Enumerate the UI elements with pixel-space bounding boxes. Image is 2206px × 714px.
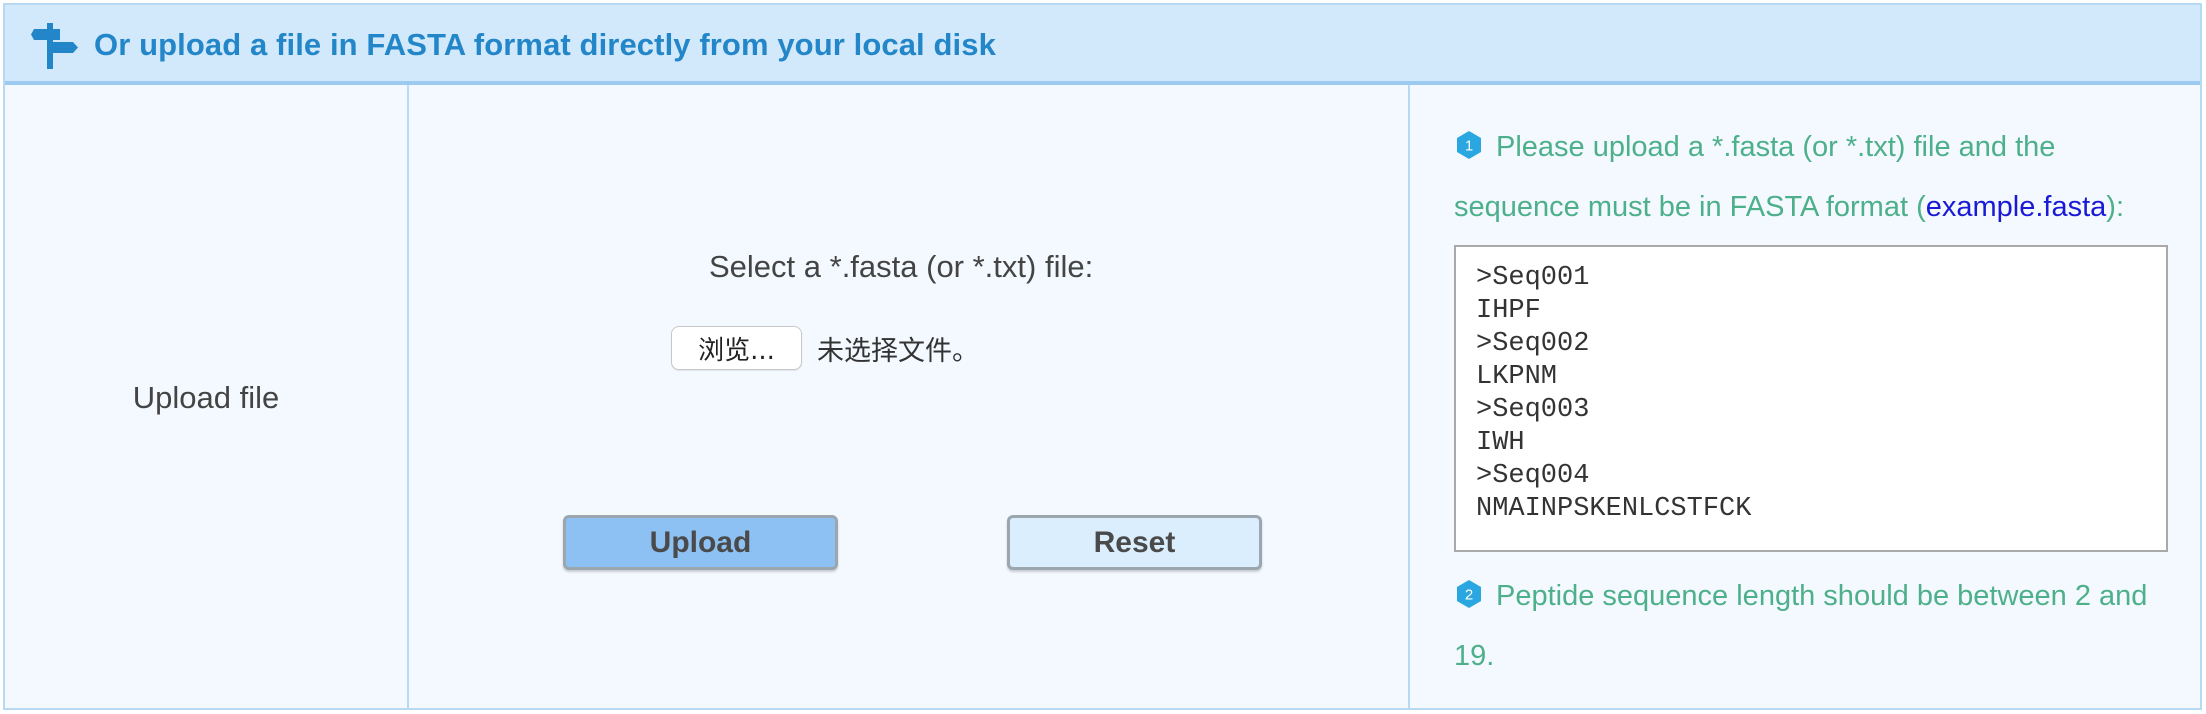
fasta-example-line: >Seq002 <box>1476 329 1590 359</box>
note-2-text: Peptide sequence length should be betwee… <box>1454 580 2148 672</box>
fasta-example-line: >Seq004 <box>1476 461 1590 491</box>
svg-text:1: 1 <box>1465 138 1473 155</box>
number-badge-icon: 2 <box>1457 580 1481 608</box>
note-2: 2 Peptide sequence length should be betw… <box>1454 566 2164 686</box>
number-badge-icon: 1 <box>1457 131 1481 159</box>
upload-panel: Or upload a file in FASTA format directl… <box>3 3 2202 710</box>
select-file-label: Select a *.fasta (or *.txt) file: <box>709 249 1094 284</box>
browse-button[interactable]: 浏览... <box>671 326 802 370</box>
fasta-example-line: NMAINPSKENLCSTFCK <box>1476 494 1752 524</box>
notes-cell: 1 Please upload a *.fasta (or *.txt) fil… <box>1452 85 2200 708</box>
fasta-example-line: LKPNM <box>1476 362 1558 392</box>
svg-text:2: 2 <box>1465 587 1473 604</box>
note-1: 1 Please upload a *.fasta (or *.txt) fil… <box>1454 117 2164 237</box>
fasta-example-box: >Seq001 IHPF >Seq002 LKPNM >Seq003 IWH >Seq004… <box>1454 245 2168 552</box>
fasta-example-line: IWH <box>1476 428 1525 458</box>
fasta-example-line: >Seq001 <box>1476 263 1590 293</box>
panel-title: Or upload a file in FASTA format directl… <box>94 27 996 62</box>
upload-button[interactable]: Upload <box>563 515 838 570</box>
reset-button[interactable]: Reset <box>1007 515 1262 570</box>
example-fasta-link[interactable]: example.fasta <box>1926 191 2107 223</box>
panel-header: Or upload a file in FASTA format directl… <box>5 5 2200 85</box>
signpost-icon <box>31 23 78 69</box>
no-file-selected-text: 未选择文件。 <box>817 336 979 367</box>
note-1-tail: ): <box>2106 191 2124 223</box>
panel-body: Upload file Select a *.fasta (or *.txt) … <box>5 85 2200 708</box>
label-cell: Upload file <box>5 85 407 708</box>
row-label: Upload file <box>132 379 280 415</box>
column-divider <box>407 85 409 708</box>
column-divider <box>1408 85 1410 708</box>
fasta-example-line: IHPF <box>1476 296 1541 326</box>
fasta-example-line: >Seq003 <box>1476 395 1590 425</box>
